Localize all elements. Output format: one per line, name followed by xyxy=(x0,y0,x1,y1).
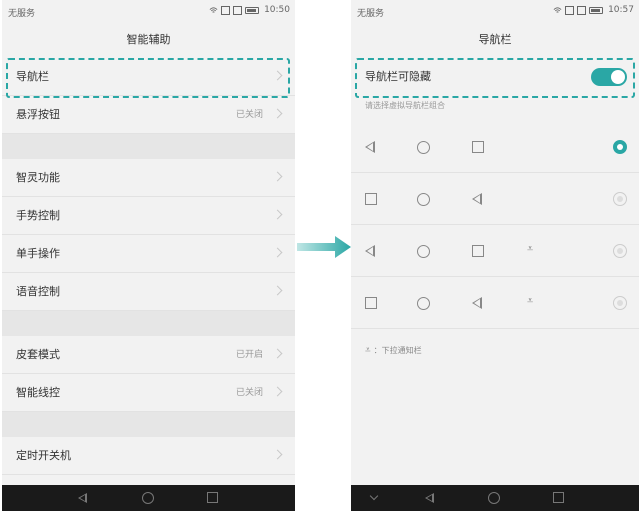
chevron-right-icon xyxy=(272,285,283,296)
settings-item-scheduled-power[interactable]: 定时开关机 xyxy=(2,437,295,475)
settings-item-one-hand[interactable]: 单手操作 xyxy=(2,235,295,273)
combo-section-label: 请选择虚拟导航栏组合 xyxy=(365,101,445,110)
back-icon xyxy=(472,193,482,205)
navbar-combo-option[interactable] xyxy=(351,121,639,173)
settings-item-gesture-control[interactable]: 手势控制 xyxy=(2,197,295,235)
recent-apps-icon[interactable] xyxy=(207,492,218,503)
recent-apps-icon xyxy=(365,297,377,309)
chevron-right-icon xyxy=(272,449,283,460)
status-time: 10:57 xyxy=(608,5,634,15)
item-label: 语音控制 xyxy=(16,285,60,298)
wifi-icon xyxy=(209,6,218,13)
combo-radio-button[interactable] xyxy=(613,244,627,258)
notification-pull-icon: ⩡ xyxy=(365,345,371,356)
home-icon[interactable] xyxy=(488,492,500,504)
status-bar: 无服务 10:57 xyxy=(351,0,639,22)
sim-icon xyxy=(565,5,575,15)
carrier-label: 无服务 xyxy=(8,9,36,19)
hideable-navbar-row[interactable]: 导航栏可隐藏 xyxy=(351,58,639,96)
left-phone-screen: 无服务 10:50 智能辅助 导航栏 悬浮按钮 已关闭 智灵功能 手势控制 单手… xyxy=(2,0,295,511)
sim-icon xyxy=(221,5,231,15)
transition-arrow-icon xyxy=(297,236,351,258)
wifi-icon xyxy=(553,6,562,13)
item-label: 单手操作 xyxy=(16,247,60,260)
home-icon[interactable] xyxy=(142,492,154,504)
item-label: 导航栏 xyxy=(16,70,49,83)
battery-icon xyxy=(245,6,260,14)
status-icons: 10:50 xyxy=(209,5,290,15)
home-icon xyxy=(417,245,430,258)
combo-radio-button[interactable] xyxy=(613,140,627,154)
chevron-right-icon xyxy=(272,247,283,258)
item-label: 皮套模式 xyxy=(16,348,60,361)
page-title: 导航栏 xyxy=(478,33,512,46)
chevron-right-icon xyxy=(272,209,283,220)
settings-item-cover-mode[interactable]: 皮套模式 已开启 xyxy=(2,336,295,374)
page-title: 智能辅助 xyxy=(126,33,171,46)
status-time: 10:50 xyxy=(264,5,290,15)
back-icon xyxy=(365,141,375,153)
section-divider xyxy=(2,412,295,437)
sim2-icon xyxy=(577,5,587,15)
navigation-bar xyxy=(351,485,639,511)
navigation-bar xyxy=(2,485,295,511)
item-label: 悬浮按钮 xyxy=(16,108,60,121)
recent-apps-icon[interactable] xyxy=(553,492,564,503)
section-divider xyxy=(2,311,295,336)
navbar-combo-option[interactable]: ⩡ xyxy=(351,277,639,329)
chevron-right-icon xyxy=(272,70,283,81)
legend-text: ：下拉通知栏 xyxy=(373,346,422,355)
combo-radio-button[interactable] xyxy=(613,192,627,206)
notification-pull-icon: ⩡ xyxy=(527,294,534,307)
back-icon[interactable] xyxy=(78,493,87,503)
settings-item-voice-control[interactable]: 语音控制 xyxy=(2,273,295,311)
home-icon xyxy=(417,141,430,154)
status-icons: 10:57 xyxy=(553,5,634,15)
sim2-icon xyxy=(233,5,243,15)
hide-navbar-icon[interactable] xyxy=(369,491,379,501)
item-label: 智能线控 xyxy=(16,386,60,399)
settings-item-smart-remote[interactable]: 智能线控 已关闭 xyxy=(2,374,295,412)
notification-pull-icon: ⩡ xyxy=(527,242,534,255)
chevron-right-icon xyxy=(272,108,283,119)
back-icon xyxy=(472,297,482,309)
status-bar: 无服务 10:50 xyxy=(2,0,295,22)
toggle-label: 导航栏可隐藏 xyxy=(365,70,431,83)
recent-apps-icon xyxy=(472,245,484,257)
chevron-right-icon xyxy=(272,348,283,359)
section-divider xyxy=(2,134,295,159)
navbar-combo-option[interactable] xyxy=(351,173,639,225)
item-state: 已关闭 xyxy=(235,388,263,398)
chevron-right-icon xyxy=(272,386,283,397)
battery-icon xyxy=(589,6,604,14)
hideable-navbar-toggle[interactable] xyxy=(591,68,627,86)
item-label: 智灵功能 xyxy=(16,171,60,184)
item-label: 手势控制 xyxy=(16,209,60,222)
item-state: 已关闭 xyxy=(235,110,263,120)
carrier-label: 无服务 xyxy=(357,9,385,19)
legend: ⩡ ：下拉通知栏 xyxy=(365,345,422,356)
item-label: 定时开关机 xyxy=(16,449,71,462)
back-icon[interactable] xyxy=(425,493,434,503)
right-phone-screen: 无服务 10:57 导航栏 导航栏可隐藏 请选择虚拟导航栏组合 ⩡ ⩡ ⩡ ：下拉通… xyxy=(351,0,639,511)
settings-list: 导航栏 悬浮按钮 已关闭 智灵功能 手势控制 单手操作 语音控制 皮套模式 已开 xyxy=(2,58,295,475)
back-icon xyxy=(365,245,375,257)
item-state: 已开启 xyxy=(235,350,263,360)
home-icon xyxy=(417,297,430,310)
settings-item-navigation-bar[interactable]: 导航栏 xyxy=(2,58,295,96)
settings-item-smart-functions[interactable]: 智灵功能 xyxy=(2,159,295,197)
combo-radio-button[interactable] xyxy=(613,296,627,310)
navbar-combo-option[interactable]: ⩡ xyxy=(351,225,639,277)
recent-apps-icon xyxy=(365,193,377,205)
home-icon xyxy=(417,193,430,206)
settings-item-floating-button[interactable]: 悬浮按钮 已关闭 xyxy=(2,96,295,134)
chevron-right-icon xyxy=(272,171,283,182)
recent-apps-icon xyxy=(472,141,484,153)
